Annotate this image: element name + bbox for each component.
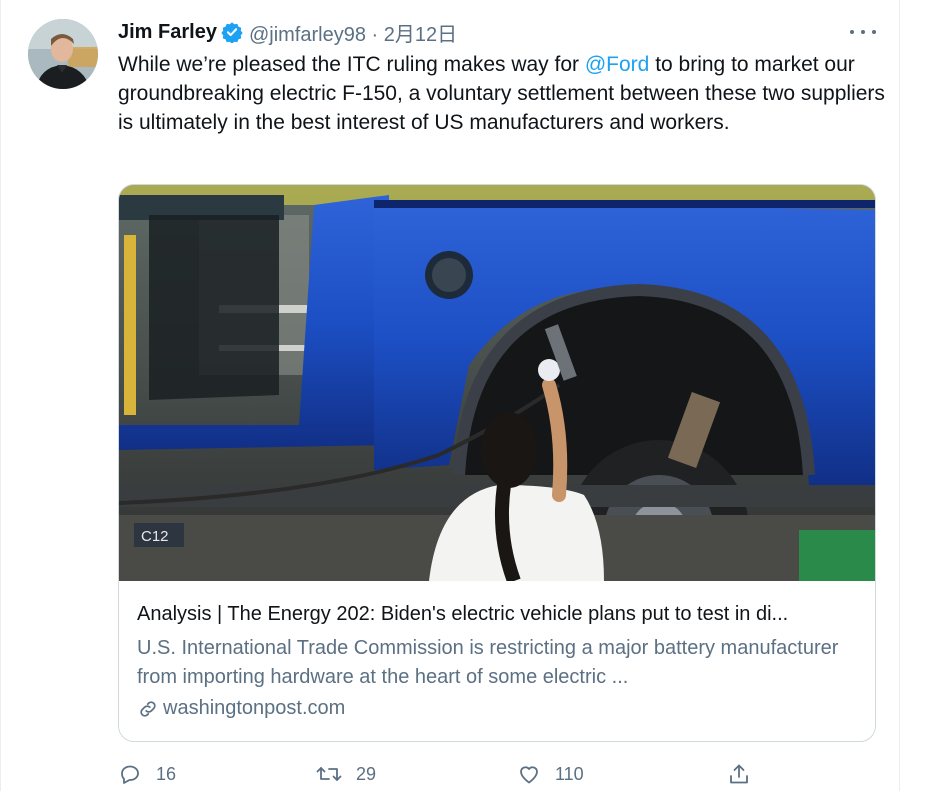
card-description: U.S. International Trade Commission is r… bbox=[137, 637, 839, 688]
card-domain-label: washingtonpost.com bbox=[163, 697, 346, 719]
link-icon bbox=[140, 700, 156, 717]
more-dots-icon[interactable] bbox=[850, 22, 876, 42]
timeline-border-right bbox=[899, 0, 900, 791]
author-name[interactable]: Jim Farley bbox=[118, 21, 217, 44]
retweet-icon bbox=[316, 767, 342, 781]
mention-link[interactable]: @Ford bbox=[585, 53, 650, 76]
share-button[interactable] bbox=[727, 762, 751, 786]
card-image: C12 bbox=[119, 185, 875, 581]
retweet-button[interactable]: 29 bbox=[316, 762, 376, 786]
reply-button[interactable]: 16 bbox=[118, 762, 176, 786]
retweet-count: 29 bbox=[356, 763, 377, 784]
card-image-label: C12 bbox=[141, 528, 169, 545]
heart-icon bbox=[520, 766, 538, 784]
like-button[interactable]: 110 bbox=[517, 762, 584, 786]
reply-icon bbox=[121, 765, 139, 784]
avatar[interactable] bbox=[28, 19, 98, 89]
card-title[interactable]: Analysis | The Energy 202: Biden's elect… bbox=[137, 603, 859, 626]
link-card[interactable]: C12 Analysis | The Energy 202: Biden's e… bbox=[118, 184, 876, 742]
author-handle-and-date[interactable]: @jimfarley98 · 2月12日 bbox=[249, 18, 457, 47]
share-icon bbox=[730, 764, 748, 784]
tweet-text-part-1: While we’re pleased the ITC ruling makes… bbox=[118, 53, 585, 76]
timeline-border-left bbox=[0, 0, 1, 791]
like-count: 110 bbox=[555, 763, 584, 784]
reply-count: 16 bbox=[156, 763, 177, 784]
tweet-text: While we’re pleased the ITC ruling makes… bbox=[118, 50, 888, 137]
tweet-header: Jim Farley @jimfarley98 · 2月12日 bbox=[118, 18, 457, 46]
avatar-image bbox=[28, 19, 98, 89]
verified-badge-icon bbox=[221, 21, 243, 44]
action-bar: 16 29 110 bbox=[0, 762, 925, 788]
card-domain[interactable]: washingtonpost.com bbox=[137, 697, 345, 720]
